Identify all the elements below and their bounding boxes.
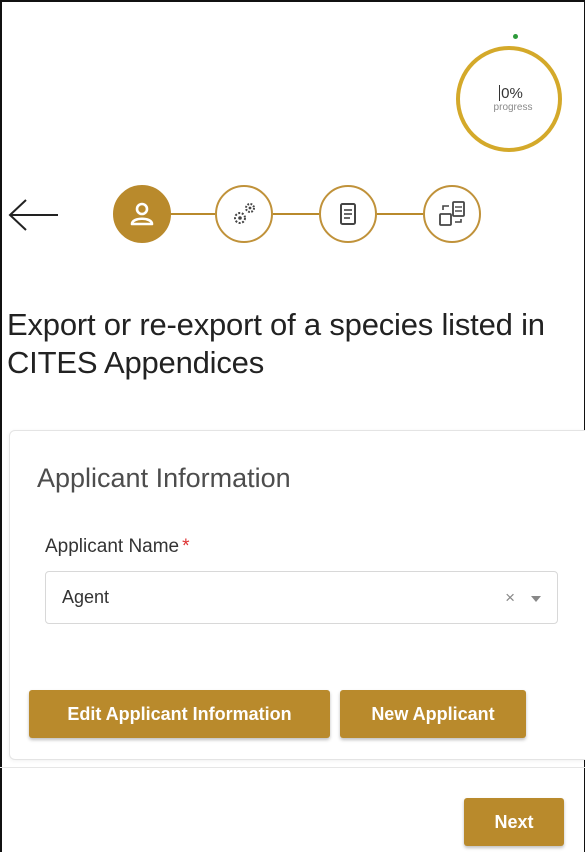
progress-value-row: 0% [499,85,523,101]
edit-applicant-button[interactable]: Edit Applicant Information [29,690,330,738]
progress-label: progress [493,102,533,113]
divider [0,767,585,768]
transfer-documents-icon [439,201,465,226]
page-title: Export or re-export of a species listed … [7,307,545,380]
step-details[interactable] [215,185,273,243]
required-marker: * [182,536,190,557]
document-icon [340,203,356,225]
stepper-connector [377,213,423,215]
status-dot [513,34,518,39]
stepper-connector [171,213,215,215]
back-arrow-icon[interactable] [6,195,62,235]
step-documents[interactable] [319,185,377,243]
next-button[interactable]: Next [464,798,564,846]
section-title: Applicant Information [37,463,291,493]
applicant-name-value: Agent [62,587,110,607]
applicant-name-label-text: Applicant Name [45,536,180,557]
chevron-down-icon[interactable] [531,596,541,602]
gears-icon [234,203,255,224]
new-applicant-button[interactable]: New Applicant [340,690,526,738]
person-icon [130,202,154,226]
applicant-name-label: Applicant Name * [45,536,190,558]
step-applicant[interactable] [113,185,171,243]
clear-icon[interactable]: × [505,588,515,608]
stepper-connector [273,213,319,215]
progress-value: 0% [501,84,523,102]
step-submission[interactable] [423,185,481,243]
progress-ring: 0% progress [456,46,562,152]
text-cursor [499,85,501,101]
applicant-name-select[interactable]: Agent × [45,571,558,624]
